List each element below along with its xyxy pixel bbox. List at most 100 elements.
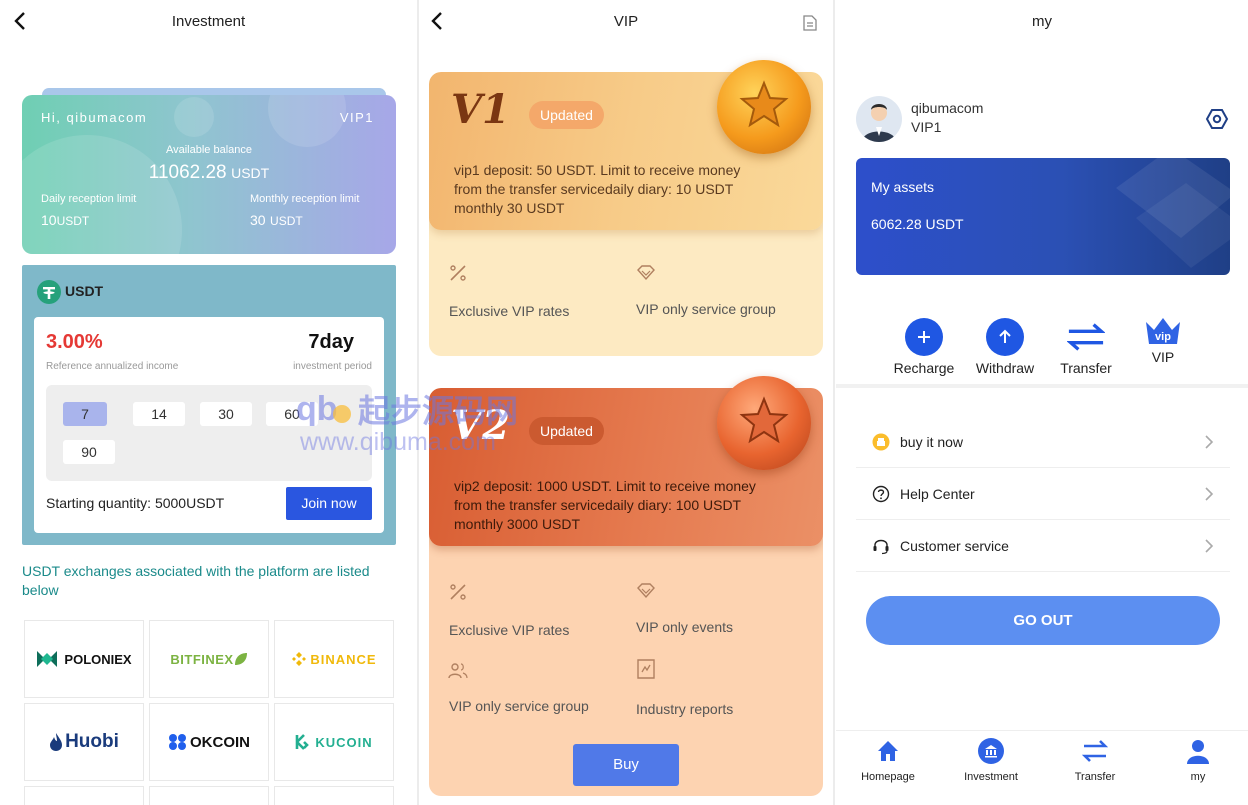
daily-limit-unit: USDT xyxy=(56,214,90,228)
exchange-name: BINANCE xyxy=(310,651,377,667)
binance-logo-icon xyxy=(292,652,307,666)
settings-icon[interactable] xyxy=(1205,107,1229,131)
daily-limit-label: Daily reception limit xyxy=(41,193,137,205)
tether-icon xyxy=(37,280,61,304)
card-decoration xyxy=(1116,158,1230,268)
tab-label: my xyxy=(1190,771,1206,783)
chevron-right-icon xyxy=(1205,539,1214,553)
exchange-name: KUCOIN xyxy=(315,734,373,750)
usdt-product-card: USDT 3.00% Reference annualized income 7… xyxy=(22,265,396,545)
vip2-feature: Exclusive VIP rates xyxy=(449,622,570,638)
vip-header: VIP xyxy=(419,0,833,44)
assets-label: My assets xyxy=(871,179,935,195)
tab-investment[interactable]: Investment xyxy=(946,738,1036,783)
tab-transfer[interactable]: Transfer xyxy=(1050,738,1140,783)
plus-icon xyxy=(905,318,943,356)
tab-my[interactable]: my xyxy=(1153,738,1243,783)
vip1-updated-badge: Updated xyxy=(529,101,604,129)
arrow-up-icon xyxy=(986,318,1024,356)
star-icon xyxy=(739,80,789,128)
annual-rate: 3.00% xyxy=(46,331,103,353)
tab-label: Investment xyxy=(964,771,1018,783)
group-icon xyxy=(448,663,468,679)
tab-label: Transfer xyxy=(1074,771,1116,783)
orange-star-coin-icon xyxy=(717,376,811,470)
page-title: my xyxy=(1032,13,1052,30)
star-icon xyxy=(739,396,789,444)
vip2-feature: VIP only service group xyxy=(449,698,589,714)
chevron-right-icon xyxy=(1205,487,1214,501)
daily-limit: 10USDT xyxy=(41,212,89,230)
gold-star-coin-icon xyxy=(717,60,811,154)
transfer-arrows-icon xyxy=(1067,318,1105,356)
leaf-icon xyxy=(234,653,247,665)
vip-panel: VIP V1 Updated vip1 deposit: 50 USDT. Li… xyxy=(419,0,833,805)
day-option-90[interactable]: 90 xyxy=(63,440,115,464)
exchange-okcoin[interactable]: OKCOIN xyxy=(149,703,269,781)
vip2-desc-line-2: from the transfer servicedaily diary: 10… xyxy=(454,497,742,513)
percent-icon xyxy=(450,584,466,600)
document-icon[interactable] xyxy=(803,15,817,31)
day-option-30[interactable]: 30 xyxy=(200,402,252,426)
poloniex-logo-icon xyxy=(37,651,58,667)
my-header: my xyxy=(836,0,1248,44)
back-arrow-icon[interactable] xyxy=(10,10,32,32)
exchange-poloniex[interactable]: POLONIEX xyxy=(24,620,144,698)
flame-icon xyxy=(50,733,63,751)
page-title: VIP xyxy=(613,13,639,30)
product-detail: 3.00% Reference annualized income 7day i… xyxy=(34,317,384,533)
my-panel: my qibumacom VIP1 My assets 6062.28 USDT… xyxy=(836,0,1248,805)
vip1-title: V1 xyxy=(451,86,510,133)
exchange-kucoin[interactable]: KUCOIN xyxy=(274,703,394,781)
exchange-name: BITFINEX xyxy=(170,651,234,667)
user-avatar-icon xyxy=(862,104,896,142)
day-option-7[interactable]: 7 xyxy=(63,402,107,426)
vip1-desc-line-2: from the transfer servicedaily diary: 10… xyxy=(454,181,734,197)
buy-button[interactable]: Buy xyxy=(573,744,679,786)
balance: 11062.28 USDT xyxy=(22,162,396,184)
balance-label: Available balance xyxy=(165,144,253,156)
monthly-limit-value: 30 xyxy=(250,212,266,228)
action-label: Withdraw xyxy=(975,360,1035,376)
menu-buy-it-now[interactable]: buy it now xyxy=(856,416,1230,468)
tab-homepage[interactable]: Homepage xyxy=(843,738,933,783)
recharge-button[interactable]: Recharge xyxy=(884,318,964,376)
balance-value: 11062.28 xyxy=(148,162,227,183)
menu-help-center[interactable]: Help Center xyxy=(856,468,1230,520)
menu-customer-service[interactable]: Customer service xyxy=(856,520,1230,572)
transfer-button[interactable]: Transfer xyxy=(1046,318,1126,376)
vip2-updated-badge: Updated xyxy=(529,417,604,445)
day-option-14[interactable]: 14 xyxy=(133,402,185,426)
annual-rate-label: Reference annualized income xyxy=(46,361,179,372)
go-out-button[interactable]: GO OUT xyxy=(866,596,1220,645)
diamond-icon xyxy=(637,265,655,281)
user-level: VIP1 xyxy=(911,119,942,135)
vip1-desc-line-1: vip1 deposit: 50 USDT. Limit to receive … xyxy=(454,162,741,178)
withdraw-button[interactable]: Withdraw xyxy=(965,318,1045,376)
vip1-feature: VIP only service group xyxy=(636,301,776,317)
monthly-limit-unit: USDT xyxy=(270,214,303,228)
back-arrow-icon[interactable] xyxy=(427,10,449,32)
report-icon xyxy=(637,659,655,679)
vip2-desc-line-1: vip2 deposit: 1000 USDT. Limit to receiv… xyxy=(454,478,756,494)
avatar[interactable] xyxy=(856,96,902,142)
exchange-tile[interactable] xyxy=(274,786,394,805)
period-selector: 7 14 30 60 90 xyxy=(46,385,372,481)
join-now-button[interactable]: Join now xyxy=(286,487,372,520)
person-icon xyxy=(1187,740,1209,764)
exchange-bitfinex[interactable]: BITFINEX xyxy=(149,620,269,698)
day-option-60[interactable]: 60 xyxy=(266,402,318,426)
vip1-feature: Exclusive VIP rates xyxy=(449,303,570,319)
vip2-feature: Industry reports xyxy=(636,701,734,717)
tabbar-divider xyxy=(836,730,1248,731)
vip-button[interactable]: vip VIP xyxy=(1123,316,1203,365)
card-decoration xyxy=(268,95,346,147)
chevron-right-icon xyxy=(1205,435,1214,449)
exchange-tile[interactable] xyxy=(24,786,144,805)
exchange-tile[interactable] xyxy=(149,786,269,805)
transfer-arrows-icon xyxy=(1081,740,1109,762)
exchange-huobi[interactable]: Huobi xyxy=(24,703,144,781)
page-title: Investment xyxy=(171,13,246,30)
exchange-binance[interactable]: BINANCE xyxy=(274,620,394,698)
kucoin-logo-icon xyxy=(296,734,310,750)
